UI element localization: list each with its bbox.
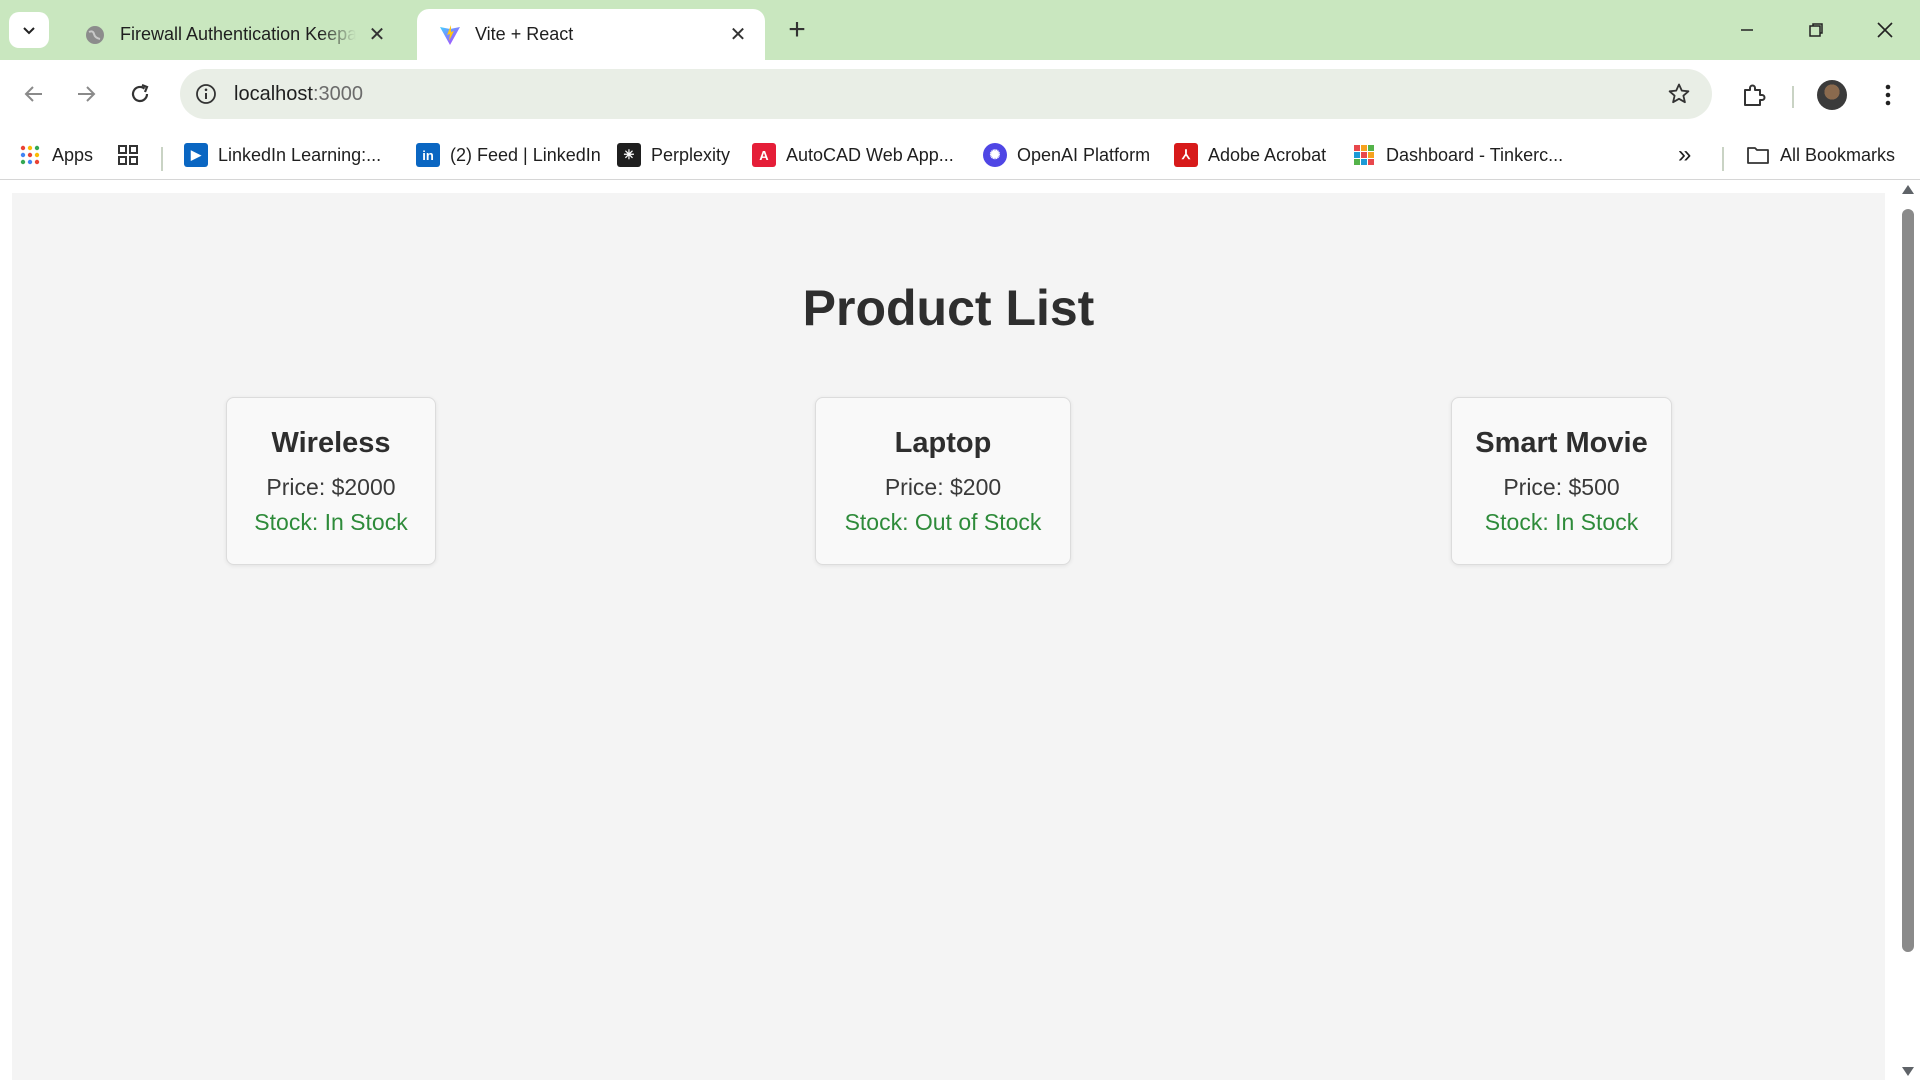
product-card: Wireless Price: $2000 Stock: In Stock	[226, 397, 436, 565]
bookmarks-divider	[161, 147, 163, 171]
tab-strip: Firewall Authentication Keepaliv ✕ Vite …	[0, 0, 1920, 60]
menu-button[interactable]	[1868, 75, 1908, 115]
product-price: Price: $200	[884, 474, 1002, 500]
url-text: localhost:3000	[234, 83, 363, 106]
autocad-icon: A	[752, 143, 776, 167]
bookmark-label: Adobe Acrobat	[1208, 144, 1327, 165]
address-bar[interactable]: localhost:3000	[180, 69, 1712, 119]
bookmark-tab-groups[interactable]	[116, 140, 150, 170]
bookmark-tinkercad[interactable]: Dashboard - Tinkerc...	[1352, 140, 1563, 170]
kebab-menu-icon	[1885, 84, 1891, 106]
tab-firewall[interactable]: Firewall Authentication Keepaliv ✕	[62, 9, 404, 60]
bookmark-linkedin-feed[interactable]: in (2) Feed | LinkedIn	[416, 140, 601, 170]
restore-button[interactable]	[1793, 10, 1839, 50]
linkedin-learning-icon: ▶	[184, 143, 208, 167]
app-root: Product List Wireless Price: $2000 Stock…	[12, 193, 1885, 1080]
url-port: :3000	[312, 82, 363, 105]
arrow-right-icon	[78, 86, 96, 102]
bookmark-label: LinkedIn Learning:...	[218, 144, 382, 165]
toolbar-divider	[1792, 86, 1794, 108]
perplexity-icon: ✳	[617, 143, 641, 167]
product-card: Laptop Price: $200 Stock: Out of Stock	[815, 397, 1071, 565]
extensions-button[interactable]	[1734, 75, 1774, 115]
bookmark-acrobat[interactable]: ⅄ Adobe Acrobat	[1174, 140, 1326, 170]
reload-icon	[131, 83, 149, 103]
bookmarks-bar: Apps ▶ LinkedIn Learning:... in (2) Feed…	[0, 130, 1920, 180]
tab-search-button[interactable]	[9, 12, 49, 48]
tab-title: Vite + React	[475, 24, 574, 44]
bookmark-openai[interactable]: ✺ OpenAI Platform	[983, 140, 1150, 170]
bookmark-label: AutoCAD Web App...	[786, 144, 954, 165]
folder-icon	[1746, 143, 1770, 167]
puzzle-icon	[1744, 84, 1766, 106]
all-bookmarks-button[interactable]: All Bookmarks	[1746, 140, 1895, 170]
bookmarks-overflow-button[interactable]: »	[1678, 140, 1691, 170]
product-name: Laptop	[894, 427, 992, 459]
vertical-scrollbar[interactable]	[1897, 181, 1920, 1080]
close-tab-icon[interactable]: ✕	[364, 22, 390, 48]
reload-button[interactable]	[120, 74, 160, 114]
openai-icon: ✺	[983, 143, 1007, 167]
bookmark-apps[interactable]: Apps	[18, 140, 93, 170]
product-card: Smart Movie Price: $500 Stock: In Stock	[1451, 397, 1672, 565]
back-button[interactable]	[14, 74, 54, 114]
page-viewport: Product List Wireless Price: $2000 Stock…	[0, 181, 1920, 1080]
product-price: Price: $500	[1503, 474, 1620, 500]
bookmark-star-icon[interactable]	[1666, 81, 1692, 107]
tab-groups-icon	[116, 143, 140, 167]
restore-icon	[1809, 23, 1823, 37]
chevron-down-icon	[23, 27, 35, 35]
site-info-icon[interactable]	[194, 82, 218, 106]
tab-title: Firewall Authentication Keepaliv	[120, 24, 356, 44]
apps-grid-icon	[18, 143, 42, 167]
scroll-up-arrow-icon[interactable]	[1902, 185, 1914, 194]
bookmarks-divider	[1722, 147, 1724, 171]
product-stock: Stock: Out of Stock	[844, 509, 1042, 535]
minimize-icon	[1741, 29, 1753, 31]
product-stock: Stock: In Stock	[1484, 509, 1639, 535]
product-name: Wireless	[271, 427, 391, 459]
bookmark-label: (2) Feed | LinkedIn	[450, 144, 601, 165]
bookmark-label: Dashboard - Tinkerc...	[1386, 144, 1564, 165]
page-title: Product List	[802, 280, 1095, 336]
bookmark-label: Apps	[52, 144, 94, 165]
product-stock: Stock: In Stock	[254, 509, 408, 535]
minimize-button[interactable]	[1724, 10, 1770, 50]
url-host: localhost	[234, 82, 313, 105]
bookmark-label: Perplexity	[651, 144, 731, 165]
bookmark-autocad[interactable]: A AutoCAD Web App...	[752, 140, 954, 170]
bookmark-label: OpenAI Platform	[1017, 144, 1151, 165]
scroll-down-arrow-icon[interactable]	[1902, 1067, 1914, 1076]
profile-avatar[interactable]	[1817, 80, 1847, 110]
bookmark-linkedin-learning[interactable]: ▶ LinkedIn Learning:...	[184, 140, 381, 170]
product-name: Smart Movie	[1475, 427, 1648, 459]
close-icon	[1877, 22, 1893, 38]
linkedin-icon: in	[416, 143, 440, 167]
browser-toolbar: localhost:3000	[0, 60, 1920, 130]
product-price: Price: $2000	[266, 474, 396, 500]
tinkercad-icon	[1352, 143, 1376, 167]
close-tab-icon[interactable]: ✕	[725, 22, 751, 48]
globe-icon	[84, 24, 106, 46]
close-window-button[interactable]	[1862, 10, 1908, 50]
scrollbar-thumb[interactable]	[1902, 209, 1914, 952]
bookmark-perplexity[interactable]: ✳ Perplexity	[617, 140, 730, 170]
arrow-left-icon	[24, 86, 42, 102]
new-tab-button[interactable]: +	[781, 13, 813, 46]
vite-logo-icon	[439, 24, 461, 46]
bookmark-label: All Bookmarks	[1780, 144, 1896, 165]
acrobat-icon: ⅄	[1174, 143, 1198, 167]
forward-button[interactable]	[66, 74, 106, 114]
double-chevron-icon: »	[1678, 141, 1692, 168]
tab-vite-react[interactable]: Vite + React ✕	[417, 9, 765, 60]
